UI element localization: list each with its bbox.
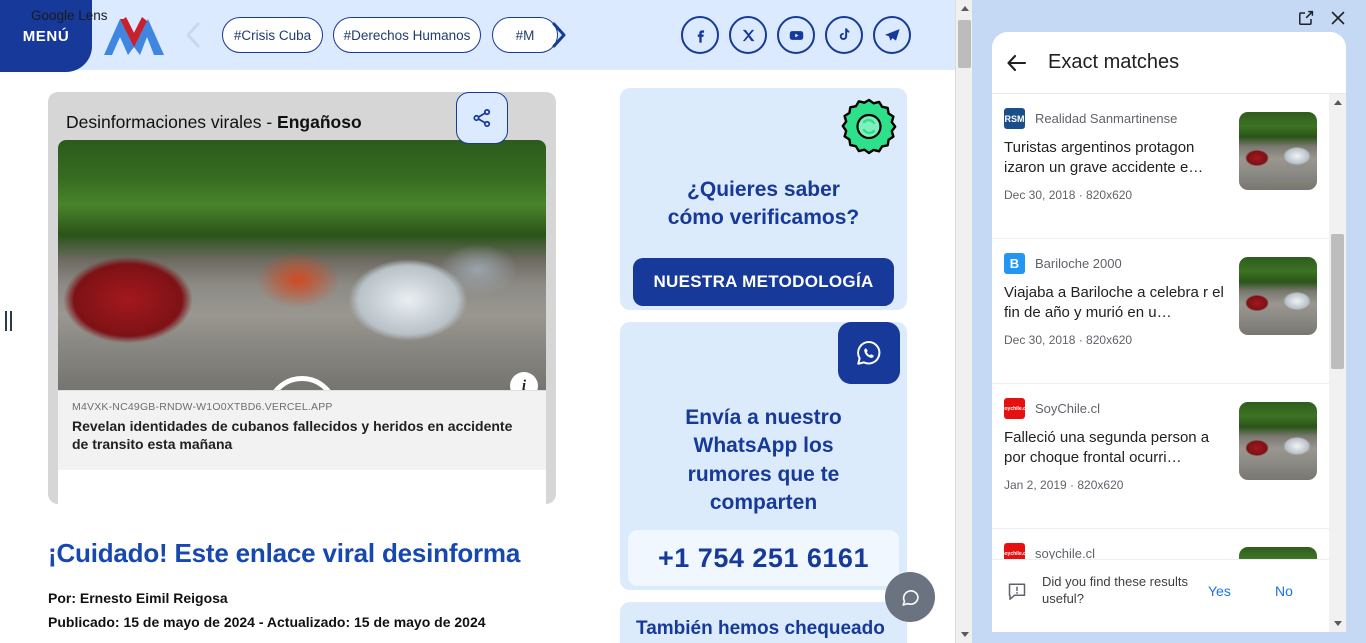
article-verdict-card: Desinformaciones virales - Engañoso i M4…	[48, 92, 556, 504]
page-title: ¡Cuidado! Este enlace viral desinforma	[48, 538, 521, 568]
lens-scroll-up-button[interactable]	[1329, 94, 1346, 111]
lens-scroll-down-button[interactable]	[1329, 615, 1346, 632]
tiktok-icon[interactable]	[825, 16, 863, 54]
favicon: RSM	[1004, 108, 1025, 129]
lens-window-title: Google Lens	[31, 8, 108, 23]
lens-results-list: RSM Realidad Sanmartinense Turistas arge…	[992, 94, 1329, 632]
lens-results-heading: Exact matches	[1048, 51, 1180, 73]
chat-bubble-icon[interactable]	[885, 572, 935, 622]
favicon: soychile.cl	[1004, 398, 1025, 419]
source-name: Realidad Sanmartinense	[1035, 111, 1178, 126]
tag-pill-0[interactable]: #Crisis Cuba	[222, 17, 323, 53]
lens-results-header: Exact matches	[992, 32, 1346, 94]
result-thumbnail[interactable]	[1239, 112, 1317, 190]
embed-domain: M4VXK-NC49GB-RNDW-W1O0XTBD6.VERCEL.APP	[72, 401, 333, 413]
x-twitter-icon[interactable]	[729, 16, 767, 54]
tag-label: #Derechos Humanos	[343, 27, 471, 43]
page-scrollbar-thumb[interactable]	[958, 20, 971, 68]
verdict-label: Desinformaciones virales - Engañoso	[66, 112, 362, 133]
result-title: Viajaba a Bariloche a celebra r el fin d…	[1004, 284, 1224, 322]
tag-pill-1[interactable]: #Derechos Humanos	[333, 17, 481, 53]
tag-label: #M	[515, 27, 535, 43]
lens-feedback-bar: Did you find these results useful? Yes N…	[992, 559, 1329, 621]
lens-scrollbar[interactable]	[1329, 94, 1346, 632]
crash-scene-photo	[58, 140, 546, 390]
result-title: Falleció una segunda person a por choque…	[1004, 429, 1210, 467]
panel-resize-handle[interactable]	[2, 308, 14, 334]
whatsapp-icon[interactable]	[838, 322, 900, 384]
favicon: B	[1004, 253, 1025, 274]
verdict-prefix: Desinformaciones virales -	[66, 112, 278, 132]
page-scrollbar[interactable]	[955, 0, 972, 643]
result-thumbnail[interactable]	[1239, 402, 1317, 480]
arrow-back-icon[interactable]	[1004, 50, 1030, 76]
feedback-no-button[interactable]: No	[1275, 583, 1293, 599]
share-icon[interactable]	[456, 92, 508, 144]
methodology-button-label: NUESTRA METODOLOGÍA	[653, 272, 874, 291]
result-title: Turistas argentinos protagon izaron un g…	[1004, 139, 1204, 177]
article-dateline: Publicado: 15 de mayo de 2024 - Actualiz…	[48, 614, 486, 630]
marti-verifica-logo[interactable]	[100, 13, 168, 57]
scroll-down-button[interactable]	[956, 626, 973, 643]
methodology-promo: ¿Quieres saber cómo verificamos? NUESTRA…	[620, 88, 907, 310]
lens-results-card: Exact matches RSM Realidad Sanmartinense…	[992, 32, 1346, 632]
methodology-question: ¿Quieres saber cómo verificamos?	[667, 178, 860, 230]
whatsapp-promo: Envía a nuestro WhatsApp los rumores que…	[620, 322, 907, 590]
embed-meta: M4VXK-NC49GB-RNDW-W1O0XTBD6.VERCEL.APP R…	[58, 390, 546, 470]
tags-next-button[interactable]	[543, 18, 573, 52]
menu-button-label: MENÚ	[22, 27, 70, 45]
close-icon[interactable]	[1328, 8, 1348, 28]
youtube-icon[interactable]	[777, 16, 815, 54]
list-item[interactable]: RSM Realidad Sanmartinense Turistas arge…	[992, 94, 1329, 239]
article-byline: Por: Ernesto Eimil Reigosa	[48, 590, 228, 606]
site-header: MENÚ #Crisis Cuba #Derechos Humanos #M	[0, 0, 955, 72]
scroll-up-button[interactable]	[956, 0, 973, 17]
feedback-yes-button[interactable]: Yes	[1208, 583, 1231, 599]
tags-prev-button[interactable]	[178, 18, 208, 52]
feedback-icon	[1006, 580, 1028, 602]
result-thumbnail[interactable]	[1239, 257, 1317, 335]
feedback-question: Did you find these results useful?	[1042, 573, 1188, 606]
list-item[interactable]: soychile.cl SoyChile.cl Falleció una seg…	[992, 384, 1329, 529]
viral-link-embed[interactable]: i M4VXK-NC49GB-RNDW-W1O0XTBD6.VERCEL.APP…	[58, 140, 546, 504]
embed-title: Revelan identidades de cubanos fallecido…	[72, 418, 513, 452]
methodology-button[interactable]: NUESTRA METODOLOGÍA	[633, 258, 894, 306]
source-name: Bariloche 2000	[1035, 256, 1122, 271]
tag-label: #Crisis Cuba	[233, 27, 312, 43]
lens-scrollbar-thumb[interactable]	[1331, 234, 1344, 369]
also-checked-section: También hemos chequeado	[620, 602, 907, 643]
gear-search-icon	[833, 96, 905, 168]
telegram-icon[interactable]	[873, 16, 911, 54]
web-page-viewport: MENÚ #Crisis Cuba #Derechos Humanos #M D…	[0, 0, 955, 643]
also-checked-title: También hemos chequeado	[636, 618, 885, 639]
whatsapp-phone-number[interactable]: +1 754 251 6161	[628, 530, 899, 586]
verdict-value: Engañoso	[277, 112, 362, 132]
list-item[interactable]: B Bariloche 2000 Viajaba a Bariloche a c…	[992, 239, 1329, 384]
facebook-icon[interactable]	[681, 16, 719, 54]
source-name: SoyChile.cl	[1035, 401, 1101, 416]
open-in-new-icon[interactable]	[1296, 8, 1316, 28]
whatsapp-text: Envía a nuestro WhatsApp los rumores que…	[685, 406, 842, 515]
